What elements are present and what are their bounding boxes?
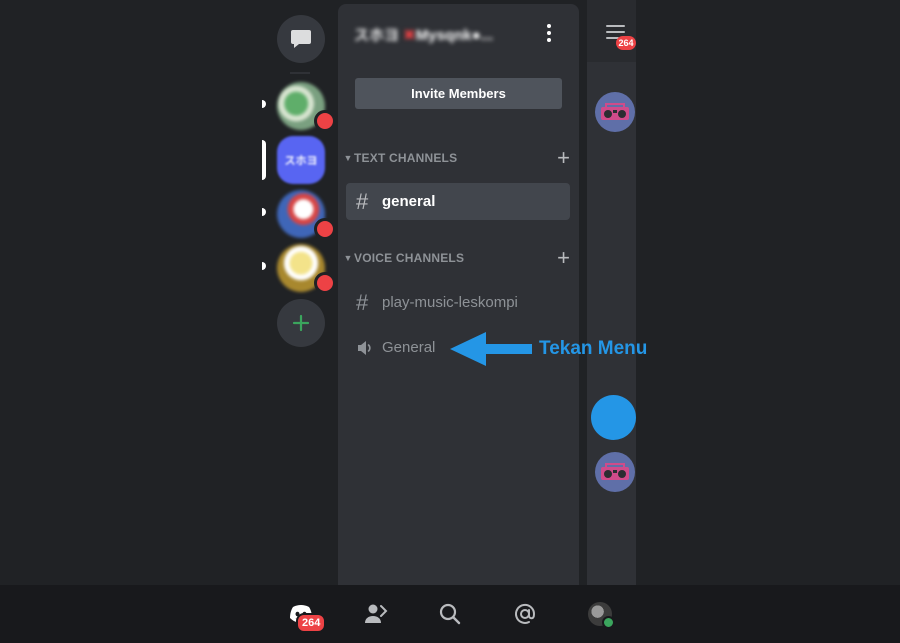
online-status-icon: [602, 616, 615, 629]
mention-badge: [314, 110, 336, 132]
rail-separator: [290, 72, 310, 74]
server-name-prefix: スホヨ: [354, 27, 404, 44]
server-item-2[interactable]: スホヨ: [262, 136, 338, 184]
annotation-arrow-icon: [450, 332, 532, 366]
annotation-text: Tekan Menu: [539, 338, 648, 359]
background-area: [636, 0, 900, 585]
channel-general[interactable]: # general: [346, 183, 570, 220]
server-name[interactable]: スホヨ ✖Mysqnk●...: [354, 24, 493, 45]
friends-icon: [365, 604, 388, 623]
category-label: VOICE CHANNELS: [354, 251, 465, 265]
channel-label: general: [382, 193, 436, 210]
mention-badge: [314, 272, 336, 294]
channel-label: play-music-leskompi: [382, 294, 518, 311]
nav-mentions[interactable]: [510, 599, 540, 629]
server-item-4[interactable]: [262, 244, 338, 294]
server-icon: スホヨ: [277, 136, 325, 184]
unread-pill: [262, 208, 266, 216]
add-channel-icon[interactable]: +: [557, 247, 570, 269]
add-channel-icon[interactable]: +: [557, 147, 570, 169]
selected-pill: [262, 140, 266, 180]
notification-badge: 264: [616, 36, 636, 50]
unread-pill: [262, 262, 266, 270]
plus-icon: [292, 314, 310, 332]
category-text-channels[interactable]: ▼ TEXT CHANNELS +: [342, 147, 570, 169]
at-sign-icon: [515, 603, 536, 624]
member-avatar[interactable]: [595, 92, 635, 132]
hash-icon: #: [356, 188, 369, 214]
avatar: [588, 602, 615, 629]
hash-icon: #: [356, 289, 369, 315]
mention-badge: [314, 218, 336, 240]
home-badge: 264: [296, 613, 327, 633]
category-voice-channels[interactable]: ▼ VOICE CHANNELS +: [342, 247, 570, 269]
category-label: TEXT CHANNELS: [354, 151, 458, 165]
speaker-icon: [356, 340, 382, 356]
server-item-1[interactable]: [262, 82, 338, 132]
server-initials: スホヨ: [284, 155, 318, 167]
member-list-header: 264: [587, 0, 636, 62]
bottom-navigation: 264: [0, 585, 900, 643]
nav-friends[interactable]: [361, 599, 391, 629]
direct-messages-button[interactable]: [277, 15, 325, 63]
boombox-icon: [601, 103, 629, 120]
more-options-icon[interactable]: [542, 22, 556, 44]
unread-pill: [262, 100, 266, 108]
nav-search[interactable]: [435, 599, 465, 629]
channel-label: General: [382, 339, 436, 356]
invite-members-button[interactable]: Invite Members: [355, 78, 562, 109]
server-name-mark: ✖: [403, 27, 416, 44]
chat-bubble-icon: [291, 30, 311, 48]
channel-panel: スホヨ ✖Mysqnk●... Invite Members ▼ TEXT CH…: [338, 4, 579, 585]
search-icon: [439, 603, 461, 625]
chevron-down-icon: ▼: [343, 253, 353, 263]
boombox-icon: [601, 463, 629, 480]
member-list-strip: 264: [587, 0, 636, 585]
server-item-3[interactable]: [262, 190, 338, 240]
channel-play-music-leskompi[interactable]: # play-music-leskompi: [346, 284, 570, 321]
member-avatar[interactable]: [595, 452, 635, 492]
nav-profile[interactable]: [585, 599, 615, 629]
add-server-button[interactable]: [277, 299, 325, 347]
member-avatar-blue[interactable]: [591, 395, 636, 440]
server-name-rest: Mysqnk●...: [415, 27, 494, 44]
server-rail: スホヨ: [262, 0, 338, 585]
chevron-down-icon: ▼: [343, 153, 353, 163]
